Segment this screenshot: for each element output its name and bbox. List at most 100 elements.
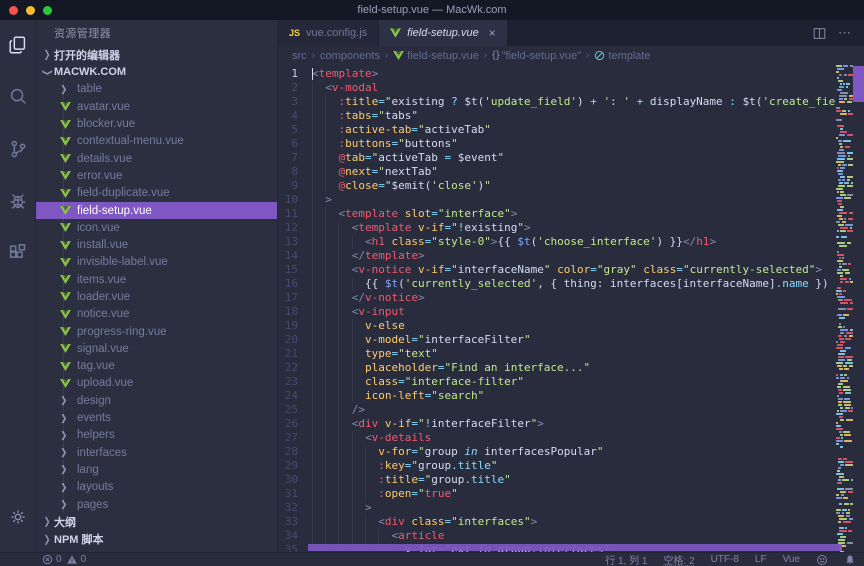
tree-item-icon-vue[interactable]: icon.vue	[36, 219, 277, 236]
code-line[interactable]: 21 type="text"	[278, 347, 836, 361]
line-number: 3	[278, 95, 312, 109]
tree-item-details-vue[interactable]: details.vue	[36, 150, 277, 167]
code-line[interactable]: 13 <h1 class="style-0">{{ $t('choose_int…	[278, 235, 836, 249]
breadcrumb-item-3[interactable]: field-setup.vue	[393, 50, 479, 62]
workspace-root-section[interactable]: ❯ MACWK.COM	[36, 63, 277, 80]
code-line[interactable]: 26 <div v-if="!interfaceFilter">	[278, 417, 836, 431]
code-line[interactable]: 23 class="interface-filter"	[278, 375, 836, 389]
tree-item-interfaces[interactable]: ❯interfaces	[36, 444, 277, 461]
code-line[interactable]: 27 <v-details	[278, 431, 836, 445]
braces-icon: { }	[492, 50, 498, 61]
code-line[interactable]: 28 v-for="group in interfacesPopular"	[278, 445, 836, 459]
code-line[interactable]: 33 <div class="interfaces">	[278, 515, 836, 529]
code-line[interactable]: 11 <template slot="interface">	[278, 207, 836, 221]
outline-section[interactable]: ❯ 大纲	[36, 513, 277, 530]
code-text: @close="$emit('close')"	[312, 179, 836, 193]
tree-item-layouts[interactable]: ❯layouts	[36, 479, 277, 496]
debug-icon[interactable]	[5, 188, 31, 214]
settings-gear-icon[interactable]	[5, 504, 31, 530]
tree-item-progress-ring-vue[interactable]: progress-ring.vue	[36, 323, 277, 340]
explorer-icon[interactable]	[5, 32, 31, 58]
tree-item-pages[interactable]: ❯pages	[36, 496, 277, 513]
code-line[interactable]: 1<template>	[278, 67, 836, 81]
code-line[interactable]: 12 <template v-if="!existing">	[278, 221, 836, 235]
notifications-bell-icon[interactable]	[844, 554, 856, 566]
tree-item-items-vue[interactable]: items.vue	[36, 271, 277, 288]
extensions-icon[interactable]	[5, 240, 31, 266]
code-line[interactable]: 17 </v-notice>	[278, 291, 836, 305]
tree-item-field-duplicate-vue[interactable]: field-duplicate.vue	[36, 185, 277, 202]
tree-item-avatar-vue[interactable]: avatar.vue	[36, 98, 277, 115]
code-line[interactable]: 8 @next="nextTab"	[278, 165, 836, 179]
horizontal-scrollbar-thumb[interactable]	[308, 544, 842, 551]
source-control-icon[interactable]	[5, 136, 31, 162]
code-line[interactable]: 31 :open="true"	[278, 487, 836, 501]
split-editor-icon[interactable]	[813, 27, 826, 40]
line-number: 21	[278, 347, 312, 361]
cursor-position[interactable]: 行 1, 列 1	[605, 552, 647, 566]
tree-item-upload-vue[interactable]: upload.vue	[36, 375, 277, 392]
code-line[interactable]: 4 :tabs="tabs"	[278, 109, 836, 123]
encoding[interactable]: UTF-8	[711, 554, 739, 565]
problems-errors[interactable]: 0	[42, 554, 62, 565]
minimap[interactable]	[836, 65, 853, 552]
code-line[interactable]: 30 :title="group.title"	[278, 473, 836, 487]
tree-item-contextual-menu-vue[interactable]: contextual-menu.vue	[36, 133, 277, 150]
tree-item-design[interactable]: ❯design	[36, 392, 277, 409]
breadcrumb-item-2[interactable]: components	[320, 50, 380, 62]
code-line[interactable]: 3 :title="existing ? $t('update_field') …	[278, 95, 836, 109]
editor-pane[interactable]: 1<template>2 <v-modal3 :title="existing …	[278, 65, 864, 552]
code-line[interactable]: 6 :buttons="buttons"	[278, 137, 836, 151]
tab-field-setup-vue[interactable]: field-setup.vue ×	[379, 20, 507, 46]
code-line[interactable]: 14 </template>	[278, 249, 836, 263]
code-line[interactable]: 20 v-model="interfaceFilter"	[278, 333, 836, 347]
code-line[interactable]: 24 icon-left="search"	[278, 389, 836, 403]
tab-vue-config-js[interactable]: JS vue.config.js	[278, 20, 378, 46]
code-line[interactable]: 5 :active-tab="activeTab"	[278, 123, 836, 137]
breadcrumb-item-4[interactable]: { }"field-setup.vue"	[492, 50, 581, 62]
code-line[interactable]: 7 @tab="activeTab = $event"	[278, 151, 836, 165]
code-line[interactable]: 2 <v-modal	[278, 81, 836, 95]
code-line[interactable]: 15 <v-notice v-if="interfaceName" color=…	[278, 263, 836, 277]
language-mode[interactable]: Vue	[783, 554, 800, 565]
eol[interactable]: LF	[755, 554, 767, 565]
open-editors-section[interactable]: ❯ 打开的编辑器	[36, 46, 277, 63]
code-line[interactable]: 18 <v-input	[278, 305, 836, 319]
code-line[interactable]: 29 :key="group.title"	[278, 459, 836, 473]
search-icon[interactable]	[5, 84, 31, 110]
tree-item-tag-vue[interactable]: tag.vue	[36, 358, 277, 375]
npm-scripts-section[interactable]: ❯ NPM 脚本	[36, 531, 277, 548]
line-number: 33	[278, 515, 312, 529]
code-line[interactable]: 32 >	[278, 501, 836, 515]
breadcrumb-item-5[interactable]: template	[594, 50, 650, 62]
tree-item-signal-vue[interactable]: signal.vue	[36, 340, 277, 357]
tree-item-invisible-label-vue[interactable]: invisible-label.vue	[36, 254, 277, 271]
chevron-right-icon: ❯	[41, 516, 54, 528]
tree-item-events[interactable]: ❯events	[36, 409, 277, 426]
tree-item-notice-vue[interactable]: notice.vue	[36, 306, 277, 323]
code-line[interactable]: 34 <article	[278, 529, 836, 543]
tree-item-field-setup-vue[interactable]: field-setup.vue	[36, 202, 277, 219]
tree-item-helpers[interactable]: ❯helpers	[36, 427, 277, 444]
indent-guide	[312, 123, 313, 137]
tree-item-table[interactable]: ❯table	[36, 81, 277, 98]
code-line[interactable]: 22 placeholder="Find an interface..."	[278, 361, 836, 375]
code-line[interactable]: 25 />	[278, 403, 836, 417]
code-line[interactable]: 10 >	[278, 193, 836, 207]
tree-item-install-vue[interactable]: install.vue	[36, 236, 277, 253]
indentation[interactable]: 空格: 2	[663, 552, 694, 566]
tree-item-lang[interactable]: ❯lang	[36, 461, 277, 478]
vertical-scrollbar-thumb[interactable]	[853, 66, 864, 102]
close-tab-icon[interactable]: ×	[489, 26, 496, 40]
code-line[interactable]: 19 v-else	[278, 319, 836, 333]
tree-item-blocker-vue[interactable]: blocker.vue	[36, 115, 277, 132]
code-line[interactable]: 9 @close="$emit('close')"	[278, 179, 836, 193]
breadcrumb-item-1[interactable]: src	[292, 50, 307, 62]
tree-item-error-vue[interactable]: error.vue	[36, 167, 277, 184]
code-line[interactable]: 16 {{ $t('currently_selected', { thing: …	[278, 277, 836, 291]
indent-guide	[312, 249, 313, 263]
problems-warnings[interactable]: 0	[66, 554, 87, 565]
feedback-smiley-icon[interactable]	[816, 554, 828, 566]
more-actions-icon[interactable]: ⋯	[838, 25, 852, 41]
tree-item-loader-vue[interactable]: loader.vue	[36, 288, 277, 305]
